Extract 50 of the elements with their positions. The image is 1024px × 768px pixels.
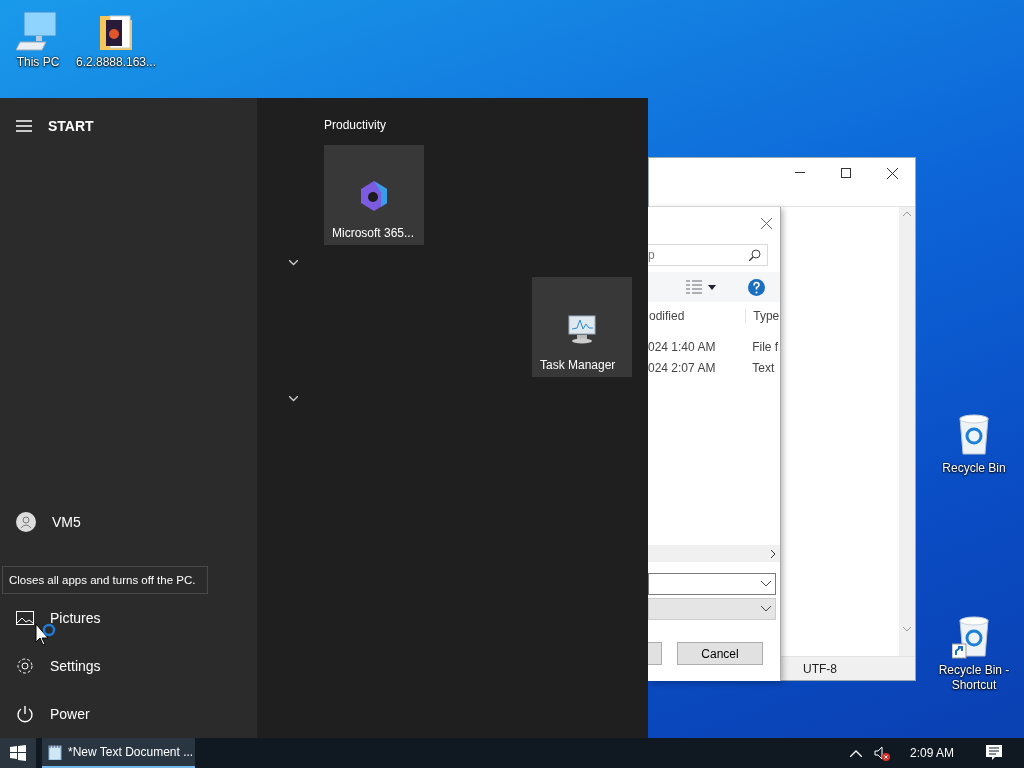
group-title: Productivity [324,117,388,133]
settings-icon [16,657,34,675]
close-icon[interactable] [761,218,772,229]
power-icon [16,705,34,723]
table-cell-text: 024 2:07 AM [648,360,717,375]
maximize-icon [841,168,851,178]
computer-icon [16,10,60,52]
chevron-down-icon [761,581,771,587]
cancel-button[interactable]: Cancel [677,642,763,665]
encoding-status: UTF-8 [803,661,837,676]
help-icon[interactable] [748,278,765,296]
table-cell-text: Text [752,360,776,375]
column-header[interactable]: Type [745,309,780,323]
start-menu-item[interactable]: VM5 [0,498,257,546]
menu-icon[interactable] [16,120,32,132]
horizontal-scrollbar[interactable] [648,545,780,562]
notepad-icon [48,744,62,760]
avatar-icon [16,512,36,532]
desktop-icon-label[interactable]: Recycle Bin [942,461,1006,476]
start-menu-item[interactable]: Settings [0,642,257,690]
start-title: START [48,118,94,134]
speaker-icon[interactable] [873,745,890,761]
dropdown-caret-icon[interactable] [708,284,716,290]
table-cell-text: 024 1:40 AM [648,339,717,354]
search-field[interactable]: p [648,244,768,266]
table-cell: File f [752,339,780,354]
tooltip: Closes all apps and turns off the PC. [2,566,208,594]
search-icon [749,249,761,261]
desktop-icon-label[interactable]: Recycle Bin - Shortcut [932,663,1016,693]
start-button[interactable] [0,738,36,768]
notification-icon[interactable] [986,745,1002,761]
clock[interactable]: 2:09 AM [909,746,954,760]
chevron-down-icon [761,606,771,612]
column-header[interactable]: odified [648,309,746,323]
start-menu-item[interactable]: Power [0,690,257,738]
minimize-icon [795,172,805,174]
close-icon [886,167,898,179]
scroll-right-icon[interactable] [771,549,776,558]
app-tile[interactable]: Microsoft 365... [324,145,424,245]
chevron-down-icon[interactable] [289,260,298,266]
chevron-up-icon[interactable] [849,749,862,757]
file-name-field[interactable] [648,573,776,595]
monitor-chart-icon [566,314,598,344]
start-menu-item[interactable]: Pictures [0,594,257,642]
windows-logo-icon [10,745,26,761]
chevron-down-icon[interactable] [289,396,298,402]
app-tile[interactable]: Task Manager [532,277,632,377]
app-logo-icon [359,180,389,212]
taskbar-app[interactable]: *New Text Document ... [42,738,195,768]
picture-icon [16,611,34,625]
